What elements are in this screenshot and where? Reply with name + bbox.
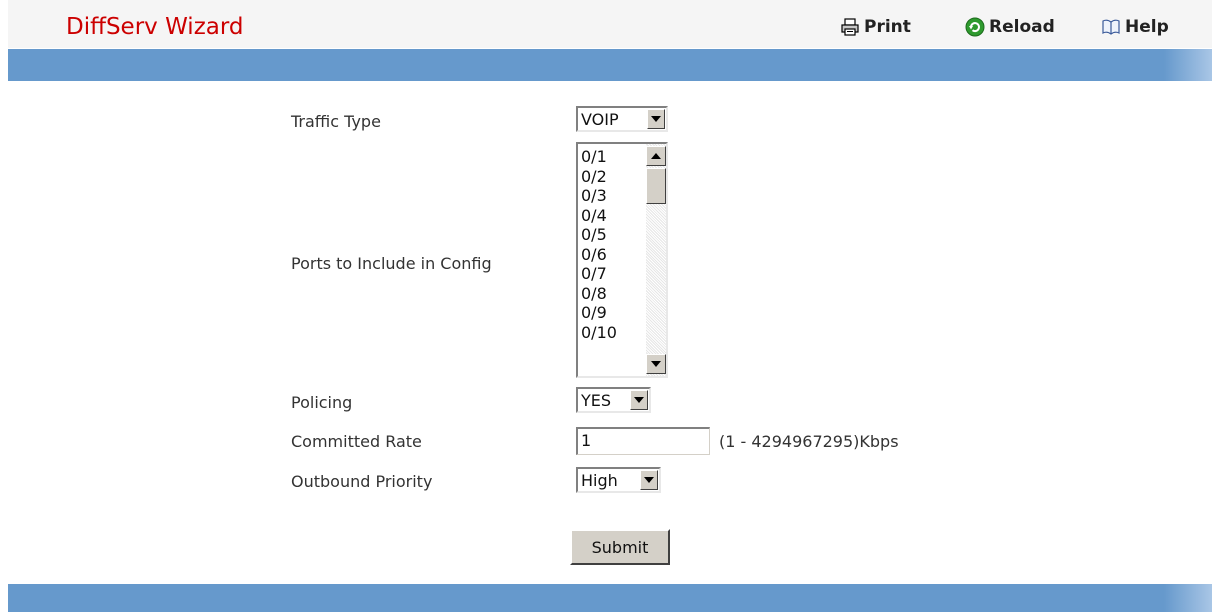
- list-item[interactable]: 0/2: [581, 167, 643, 187]
- help-book-icon: [1102, 19, 1120, 35]
- reload-icon: [965, 17, 985, 37]
- committed-rate-label: Committed Rate: [291, 432, 422, 451]
- outbound-priority-value: High: [581, 470, 618, 490]
- print-button[interactable]: Print: [840, 14, 911, 40]
- list-item[interactable]: 0/7: [581, 264, 643, 284]
- chevron-down-icon: [630, 390, 648, 410]
- print-label: Print: [864, 17, 911, 37]
- ports-label: Ports to Include in Config: [291, 254, 492, 273]
- chevron-down-icon: [647, 109, 665, 129]
- help-label: Help: [1125, 17, 1169, 37]
- chevron-down-icon: [640, 470, 658, 490]
- list-item[interactable]: 0/10: [581, 323, 643, 343]
- traffic-type-select[interactable]: VOIP: [576, 106, 668, 132]
- printer-icon: [841, 18, 859, 36]
- list-item[interactable]: 0/8: [581, 284, 643, 304]
- list-item[interactable]: 0/5: [581, 225, 643, 245]
- footer-bar: [8, 584, 1212, 612]
- ports-scrollbar[interactable]: [646, 144, 666, 376]
- header-bar: [8, 49, 1212, 81]
- page: DiffServ Wizard Print Reload Help Traffi…: [8, 0, 1212, 612]
- list-item[interactable]: 0/4: [581, 206, 643, 226]
- policing-select[interactable]: YES: [576, 387, 651, 413]
- help-button[interactable]: Help: [1101, 14, 1169, 40]
- outbound-priority-label: Outbound Priority: [291, 472, 433, 491]
- policing-value: YES: [581, 390, 612, 410]
- traffic-type-value: VOIP: [581, 109, 619, 129]
- page-title: DiffServ Wizard: [66, 14, 244, 40]
- committed-rate-input[interactable]: 1: [576, 427, 710, 455]
- list-item[interactable]: 0/3: [581, 186, 643, 206]
- header: DiffServ Wizard Print Reload Help: [8, 0, 1212, 48]
- scroll-up-icon[interactable]: [646, 146, 666, 166]
- ports-options: 0/1 0/2 0/3 0/4 0/5 0/6 0/7 0/8 0/9 0/10: [581, 147, 643, 342]
- submit-button[interactable]: Submit: [570, 529, 670, 565]
- reload-label: Reload: [989, 17, 1055, 37]
- outbound-priority-select[interactable]: High: [576, 467, 661, 493]
- scrollbar-thumb[interactable]: [646, 168, 666, 204]
- list-item[interactable]: 0/6: [581, 245, 643, 265]
- policing-label: Policing: [291, 393, 353, 412]
- scroll-down-icon[interactable]: [646, 354, 666, 374]
- traffic-type-label: Traffic Type: [291, 112, 381, 131]
- ports-listbox[interactable]: 0/1 0/2 0/3 0/4 0/5 0/6 0/7 0/8 0/9 0/10: [576, 142, 668, 378]
- reload-button[interactable]: Reload: [965, 14, 1055, 40]
- list-item[interactable]: 0/1: [581, 147, 643, 167]
- list-item[interactable]: 0/9: [581, 303, 643, 323]
- committed-rate-range: (1 - 4294967295)Kbps: [719, 432, 899, 451]
